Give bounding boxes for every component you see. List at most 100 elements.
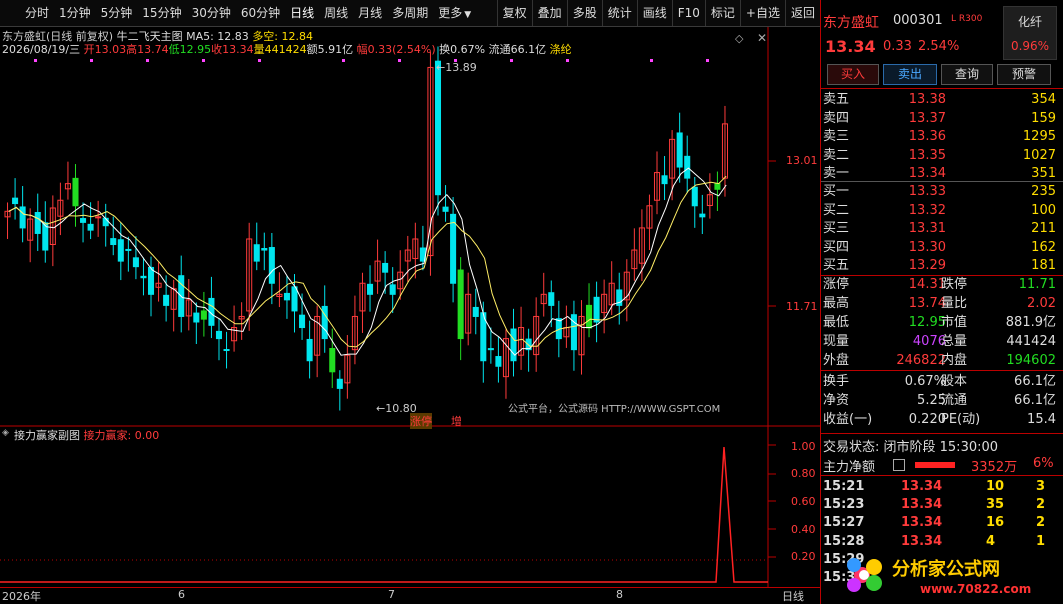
diamond-icon[interactable]: ◇ [735,32,743,45]
period-label[interactable]: 日线 [782,588,804,604]
event-marker [342,59,345,62]
stat-label: 总量 [941,334,968,349]
quote-row: 买三 13.31 211 [821,220,1063,238]
tab-month[interactable]: 月线 [353,0,387,26]
tab-week[interactable]: 周线 [319,0,353,26]
sub-axis-label: 0.40 [791,523,816,536]
event-marker [706,59,709,62]
event-marker [90,59,93,62]
sector-name: 化纤 [1017,15,1042,29]
menu-icon[interactable] [893,459,905,471]
sector-pct: 0.96% [1010,39,1050,53]
tool-f10[interactable]: F10 [671,0,705,26]
tab-15min[interactable]: 15分钟 [137,0,186,26]
concept-tag[interactable]: 涤纶 [550,43,572,56]
tab-more[interactable]: 更多 ▼ [433,0,476,28]
quote-row: 涨停 14.31 跌停 11.71 [821,276,1063,294]
candle-body [132,257,139,268]
event-marker [34,59,37,62]
sub-indicator-plot [0,446,768,583]
tab-more-label: 更多 [438,6,463,20]
tick-price: 13.34 [901,515,943,531]
event-marker [398,59,401,62]
bar-turn: 换0.67% [439,43,486,56]
stat-label: 净资 [823,393,850,408]
candle-body [163,294,170,306]
tool-stats[interactable]: 统计 [601,0,637,26]
query-button[interactable]: 查询 [941,64,993,85]
sub-axis-label: 0.80 [791,467,816,480]
quote-row: 卖三 13.36 1295 [821,128,1063,146]
main-flow-label: 主力净额 [823,460,876,475]
kline-chart[interactable] [0,27,820,602]
stat-value: 11.71 [1018,277,1056,292]
tool-fuquan[interactable]: 复权 [496,0,532,26]
candle-body [95,216,102,219]
candle-body [699,213,706,218]
tool-draw[interactable]: 画线 [636,0,672,26]
tab-multi[interactable]: 多周期 [387,0,433,26]
tab-1min[interactable]: 1分钟 [54,0,96,26]
tick-time: 15:21 [823,479,865,494]
candle-body [434,60,442,196]
chevron-down-icon[interactable]: ◈ [2,428,9,438]
tool-add-watch[interactable]: +自选 [739,0,785,26]
time-axis-label: 8 [616,588,623,601]
candle-body [291,286,298,312]
quote-row: 卖四 13.37 159 [821,110,1063,128]
ask-volume: 354 [1031,92,1056,107]
stat-label: PE(动) [941,412,981,427]
alert-button[interactable]: 预警 [997,64,1051,85]
tab-5min[interactable]: 5分钟 [96,0,138,26]
stat-label: 内盘 [941,353,968,368]
bid-volume: 100 [1031,202,1056,218]
stat-label: 量比 [941,296,968,311]
tick-count: 2 [1036,515,1046,531]
buy-button[interactable]: 买入 [827,64,879,85]
high-value: 13.89 [445,61,477,74]
tab-day[interactable]: 日线 [285,0,319,26]
quote-row: 收益(一) 0.220 PE(动) 15.4 [821,411,1063,429]
ask-volume: 159 [1031,110,1056,126]
sub-chart-title[interactable]: 接力赢家副图 [14,429,80,442]
candle-body [200,310,207,320]
ask-price: 13.35 [908,147,946,163]
bid-price: 13.32 [908,202,946,218]
close-icon[interactable]: ✕ [757,31,767,45]
tab-60min[interactable]: 60分钟 [236,0,285,26]
stat-value: 0.67% [904,374,946,389]
ohlc-line: 2026/08/19/三 开13.03高13.74低12.95收13.34量44… [2,41,572,57]
tool-mark[interactable]: 标记 [704,0,740,26]
tool-back[interactable]: 返回 [784,0,820,26]
sell-button[interactable]: 卖出 [883,64,937,85]
quote-row: 外盘 246822 内盘 194602 [821,352,1063,370]
bid-volume: 235 [1031,184,1056,199]
price-change-pct: 2.54% [918,39,960,54]
stat-label: 外盘 [823,353,850,368]
bar-amt: 额5.91亿 [306,43,354,56]
logo-url: www.70822.com [920,582,1031,596]
candle-body [367,283,374,295]
tab-30min[interactable]: 30分钟 [187,0,236,26]
tab-fenshi[interactable]: 分时 [20,0,54,26]
stat-value: 2.02 [1027,296,1056,311]
stat-label: 现量 [823,334,850,349]
sub-axis-label: 0.20 [791,550,816,563]
event-marker [510,59,513,62]
time-axis: 2026年 6 7 8 日线 [0,587,820,603]
candle-body [253,244,260,262]
sector-box[interactable]: 化纤 0.96% [1003,6,1057,60]
bid-price: 13.30 [908,239,946,255]
candle-body [117,239,124,262]
candle-body [714,183,721,190]
tool-multi[interactable]: 多股 [566,0,602,26]
relay-winner-line [0,446,768,583]
increase-tag: 增 [451,415,462,428]
bar-open: 开13.03 [83,43,127,56]
bid-price: 13.33 [908,184,946,199]
main-flow-bar [915,462,955,468]
source-watermark: 公式平台，公式源码 HTTP://WWW.GSPT.COM [508,404,721,415]
tool-overlay[interactable]: 叠加 [531,0,567,26]
candle-body [147,266,155,295]
tick-count: 2 [1036,497,1046,513]
